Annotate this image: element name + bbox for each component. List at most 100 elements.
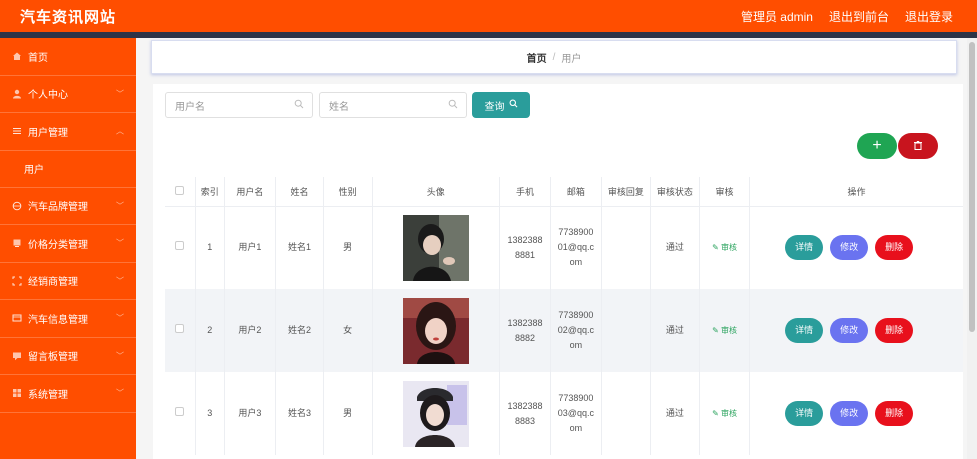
trash-icon (913, 140, 923, 153)
chevron-down-icon: ﹀ (116, 388, 124, 398)
sidebar-item-user-management[interactable]: 用户管理 ︿ (0, 113, 136, 151)
chevron-down-icon: ﹀ (116, 276, 124, 286)
column-header: 手机 (499, 177, 551, 207)
edit-button[interactable]: 修改 (830, 318, 869, 343)
cell-phone: 1382388 8881 (499, 206, 551, 289)
cell-gender: 男 (323, 372, 373, 455)
query-button[interactable]: 查询 (472, 92, 530, 118)
column-header: 操作 (749, 177, 963, 207)
plus-icon: + (872, 137, 882, 154)
list-icon (12, 126, 22, 136)
cell-index: 1 (195, 206, 225, 289)
table-row: 3 用户3 姓名3 男 1382388 8883 7738900 03@qq.c… (165, 372, 963, 455)
column-header: 索引 (195, 177, 225, 207)
audit-link[interactable]: ✎ 审核 (699, 289, 751, 372)
sidebar: 首页 个人中心 ﹀ 用户管理 ︿ 用户 汽车品牌管理 ﹀ 价格分类管理 ﹀ 经销… (0, 38, 136, 459)
row-checkbox[interactable] (165, 372, 196, 455)
column-header: 审核 (699, 177, 751, 207)
cell-index: 2 (195, 289, 225, 372)
sidebar-item-label: 价格分类管理 (28, 239, 88, 251)
sidebar-item-label: 汽车信息管理 (28, 314, 88, 326)
search-icon (448, 99, 458, 112)
sidebar-item-price-category[interactable]: 价格分类管理 ﹀ (0, 225, 136, 263)
cell-actions: 详情 修改 删除 (750, 372, 963, 455)
cell-audit-reply (601, 206, 651, 289)
delete-button[interactable]: 删除 (875, 318, 914, 343)
logout-link[interactable]: 退出登录 (905, 8, 953, 25)
column-header: 邮箱 (550, 177, 602, 207)
name-search-input[interactable]: 姓名 (319, 92, 467, 118)
table-row: 1 用户1 姓名1 男 1382388 8881 7738900 01@qq.c… (165, 206, 963, 289)
query-label: 查询 (484, 101, 505, 113)
cell-email: 7738900 03@qq.c om (550, 372, 602, 455)
vertical-scrollbar[interactable] (967, 38, 977, 459)
detail-button[interactable]: 详情 (785, 318, 824, 343)
cell-phone: 1382388 8882 (499, 289, 551, 372)
batch-delete-button[interactable] (898, 133, 938, 159)
cell-avatar (372, 372, 501, 455)
edit-button[interactable]: 修改 (830, 401, 869, 426)
delete-button[interactable]: 删除 (875, 401, 914, 426)
sidebar-item-label: 汽车品牌管理 (28, 202, 88, 214)
name-placeholder: 姓名 (329, 101, 349, 113)
cell-name: 姓名2 (275, 289, 324, 372)
cell-username: 用户1 (224, 206, 277, 289)
user-icon (12, 89, 22, 99)
chevron-up-icon: ︿ (116, 126, 124, 136)
audit-link[interactable]: ✎ 审核 (699, 372, 751, 455)
select-all-checkbox[interactable] (165, 177, 196, 207)
sidebar-item-car-info[interactable]: 汽车信息管理 ﹀ (0, 300, 136, 338)
scroll-thumb[interactable] (969, 42, 975, 332)
column-header: 审核回复 (601, 177, 651, 207)
audit-link[interactable]: ✎ 审核 (699, 206, 751, 289)
tag-icon (12, 238, 22, 248)
user-list-panel: 用户名 姓名 查询 + 索引 用户名 姓名 性别 头像 手机 邮箱 审核回复 审… (153, 84, 963, 459)
detail-button[interactable]: 详情 (785, 401, 824, 426)
row-checkbox[interactable] (165, 289, 196, 372)
cell-audit-reply (601, 372, 651, 455)
row-checkbox[interactable] (165, 206, 196, 289)
column-header: 用户名 (224, 177, 277, 207)
grid-icon (12, 388, 22, 398)
column-header: 性别 (323, 177, 373, 207)
site-title: 汽车资讯网站 (20, 9, 117, 26)
chevron-down-icon: ﹀ (116, 351, 124, 361)
sidebar-item-label: 用户管理 (28, 127, 68, 139)
sidebar-subitem-users[interactable]: 用户 (0, 151, 136, 188)
delete-button[interactable]: 删除 (875, 235, 914, 261)
globe-icon (12, 201, 22, 211)
exit-to-front-link[interactable]: 退出到前台 (829, 8, 889, 25)
breadcrumb-home[interactable]: 首页 (527, 50, 547, 65)
admin-label[interactable]: 管理员 admin (741, 8, 813, 25)
sidebar-item-message-board[interactable]: 留言板管理 ﹀ (0, 338, 136, 375)
search-icon (294, 99, 304, 112)
sidebar-item-label: 首页 (28, 52, 48, 64)
breadcrumb-current: 用户 (561, 53, 582, 65)
cell-actions: 详情 修改 删除 (750, 206, 963, 289)
sidebar-item-system[interactable]: 系统管理 ﹀ (0, 375, 136, 413)
cell-username: 用户3 (224, 372, 277, 455)
sidebar-item-home[interactable]: 首页 (0, 38, 136, 76)
top-bar: 汽车资讯网站 管理员 admin 退出到前台 退出登录 (0, 0, 977, 32)
main-content: 首页 / 用户 用户名 姓名 查询 + 索引 用户名 姓名 性别 头像 手机 邮… (136, 38, 977, 459)
chevron-down-icon: ﹀ (116, 238, 124, 248)
username-search-input[interactable]: 用户名 (165, 92, 313, 118)
avatar (402, 214, 469, 281)
search-icon (509, 99, 518, 111)
cell-name: 姓名1 (275, 206, 324, 289)
cell-index: 3 (195, 372, 225, 455)
cell-gender: 男 (323, 206, 373, 289)
sidebar-item-profile[interactable]: 个人中心 ﹀ (0, 76, 136, 113)
sidebar-item-dealer[interactable]: 经销商管理 ﹀ (0, 263, 136, 300)
add-button[interactable]: + (857, 133, 897, 159)
username-placeholder: 用户名 (175, 101, 205, 113)
chevron-down-icon: ﹀ (116, 201, 124, 211)
avatar (402, 380, 469, 447)
cell-actions: 详情 修改 删除 (749, 289, 963, 372)
message-icon (12, 351, 22, 361)
chevron-down-icon: ﹀ (116, 313, 124, 323)
cell-username: 用户2 (224, 289, 277, 372)
sidebar-item-car-brand[interactable]: 汽车品牌管理 ﹀ (0, 188, 136, 225)
detail-button[interactable]: 详情 (785, 235, 824, 261)
edit-button[interactable]: 修改 (830, 235, 869, 261)
